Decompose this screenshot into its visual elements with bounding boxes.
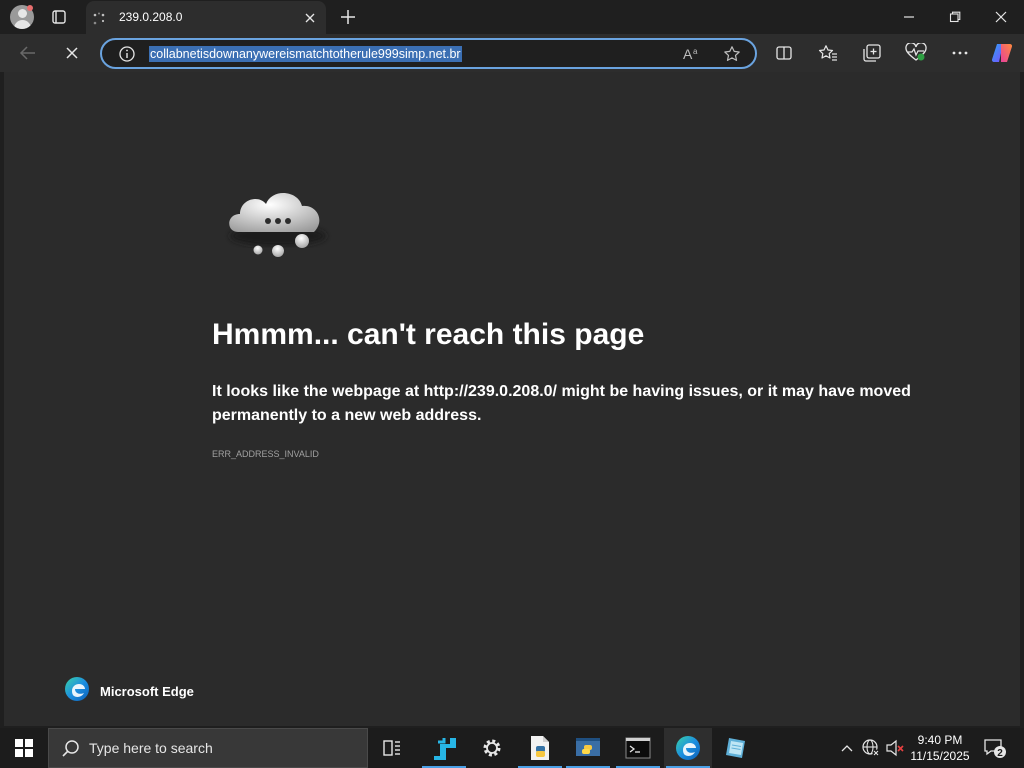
- split-screen-icon[interactable]: [772, 41, 796, 65]
- site-info-icon[interactable]: [115, 42, 139, 66]
- chevron-up-icon: [841, 745, 853, 752]
- notification-center-button[interactable]: 2: [980, 728, 1010, 768]
- tab-actions-icon[interactable]: [48, 6, 70, 28]
- clock-time: 9:40 PM: [917, 733, 963, 747]
- gear-icon: [483, 739, 501, 757]
- close-window-button[interactable]: [978, 0, 1024, 34]
- taskbar-app-dev-tool[interactable]: [420, 728, 468, 768]
- restore-button[interactable]: [932, 0, 978, 34]
- favorite-star-icon[interactable]: [720, 42, 744, 66]
- search-placeholder: Type here to search: [89, 740, 213, 756]
- windows-logo-icon: [15, 739, 33, 757]
- taskbar-app-python-idle[interactable]: [564, 728, 612, 768]
- page-content: Hmmm... can't reach this page It looks l…: [4, 72, 1020, 726]
- collections-icon[interactable]: [860, 41, 884, 65]
- tab-close-icon[interactable]: [302, 10, 318, 26]
- clock-date: 11/15/2025: [910, 749, 970, 763]
- task-view-icon: [383, 740, 400, 756]
- back-button[interactable]: [16, 41, 40, 65]
- address-bar[interactable]: collabnetisdownanywereismatchtotherule99…: [100, 38, 757, 69]
- taskbar-app-terminal[interactable]: [614, 728, 662, 768]
- stop-loading-button[interactable]: [60, 41, 84, 65]
- taskbar-app-python-file[interactable]: [516, 728, 564, 768]
- loading-spinner-icon: [92, 11, 106, 25]
- error-code: ERR_ADDRESS_INVALID: [212, 449, 319, 459]
- error-description-url: http://239.0.208.0/: [423, 383, 557, 400]
- taskbar-clock[interactable]: 9:40 PM 11/15/2025: [906, 732, 974, 764]
- volume-muted-icon: [886, 739, 904, 757]
- settings-more-icon[interactable]: [948, 41, 972, 65]
- dev-tool-app-icon: [434, 738, 456, 760]
- read-aloud-sup-glyph: a: [693, 47, 698, 56]
- tab-bar: 239.0.208.0: [0, 0, 1024, 34]
- python-idle-icon: [576, 738, 600, 756]
- search-icon: [61, 739, 81, 763]
- copilot-icon[interactable]: [990, 41, 1014, 65]
- taskbar-app-notes[interactable]: [712, 728, 760, 768]
- browser-toolbar: collabnetisdownanywereismatchtotherule99…: [0, 34, 1024, 72]
- read-aloud-icon[interactable]: Aa: [680, 42, 704, 66]
- error-description-prefix: It looks like the webpage at: [212, 383, 424, 400]
- active-tab[interactable]: 239.0.208.0: [86, 1, 326, 34]
- start-button[interactable]: [0, 728, 48, 768]
- edge-logo-icon: [64, 676, 90, 706]
- taskbar-app-settings[interactable]: [468, 728, 516, 768]
- taskbar-app-edge[interactable]: [664, 728, 712, 768]
- tab-title: 239.0.208.0: [119, 10, 183, 24]
- python-file-icon: [531, 736, 549, 760]
- taskbar-search-box[interactable]: Type here to search: [48, 728, 368, 768]
- thinking-cloud-illustration: [222, 184, 334, 264]
- edge-branding: Microsoft Edge: [64, 676, 194, 706]
- profile-badge: [10, 5, 34, 29]
- minimize-button[interactable]: [886, 0, 932, 34]
- new-tab-icon[interactable]: [338, 7, 358, 27]
- task-view-button[interactable]: [368, 728, 416, 768]
- volume-button[interactable]: [884, 728, 906, 768]
- address-url-text[interactable]: collabnetisdownanywereismatchtotherule99…: [149, 46, 462, 62]
- edge-taskbar-icon: [676, 736, 700, 760]
- show-hidden-icons-button[interactable]: [836, 728, 858, 768]
- network-status-button[interactable]: [860, 728, 882, 768]
- notes-app-icon: [726, 738, 745, 758]
- terminal-icon: [625, 737, 651, 759]
- read-aloud-glyph: A: [683, 46, 693, 62]
- browser-essentials-icon[interactable]: [904, 41, 928, 65]
- network-globe-icon: [862, 739, 880, 757]
- error-description: It looks like the webpage at http://239.…: [212, 380, 932, 428]
- profile-notification-dot: [27, 5, 33, 11]
- error-headline: Hmmm... can't reach this page: [212, 318, 645, 351]
- notification-count: 2: [997, 748, 1003, 759]
- favorites-icon[interactable]: [816, 41, 840, 65]
- windows-taskbar: Type here to search 9:40 PM 11/15/2025 2: [0, 728, 1024, 768]
- edge-brand-label: Microsoft Edge: [100, 683, 194, 699]
- notification-icon: 2: [984, 739, 1006, 759]
